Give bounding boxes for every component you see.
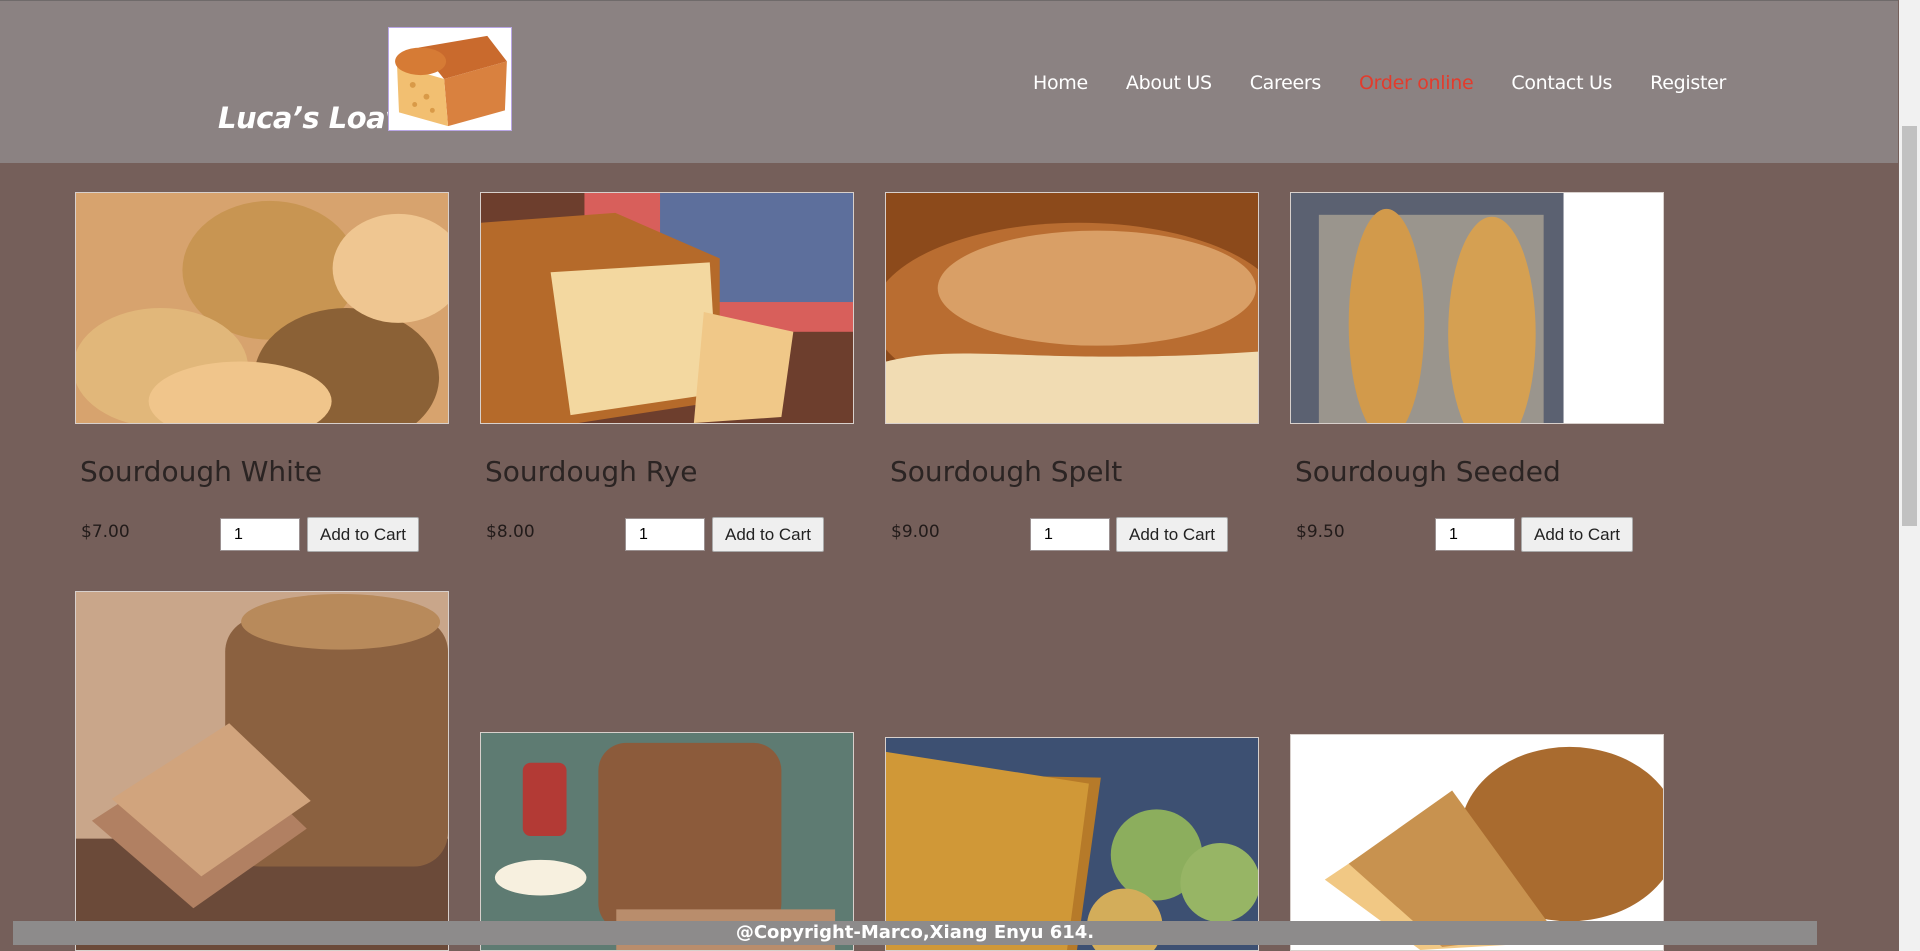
nav-order-online[interactable]: Order online xyxy=(1359,72,1474,94)
quantity-input[interactable] xyxy=(625,518,705,551)
product-image-garlic-bread xyxy=(885,737,1259,951)
add-to-cart-button[interactable]: Add to Cart xyxy=(1521,517,1633,552)
product-image-white xyxy=(75,192,449,424)
product-price: $9.50 xyxy=(1296,522,1345,542)
main-nav: Home About US Careers Order online Conta… xyxy=(1033,72,1764,94)
product-image-spelt xyxy=(885,192,1259,424)
add-to-cart-button[interactable]: Add to Cart xyxy=(712,517,824,552)
product-image-rye xyxy=(480,192,854,424)
nav-home[interactable]: Home xyxy=(1033,72,1088,94)
vertical-scrollbar[interactable] xyxy=(1899,0,1920,951)
product-price: $8.00 xyxy=(486,522,535,542)
product-title: Sourdough White xyxy=(80,455,323,488)
site-header: Luca’s Loaves Home About US Careers Orde… xyxy=(0,0,1898,163)
product-price: $7.00 xyxy=(81,522,130,542)
add-to-cart-button[interactable]: Add to Cart xyxy=(307,517,419,552)
product-image-seeded xyxy=(1290,192,1664,424)
quantity-input[interactable] xyxy=(1435,518,1515,551)
footer-copyright: @Copyright-Marco,Xiang Enyu 614. xyxy=(13,921,1817,945)
add-to-cart-button[interactable]: Add to Cart xyxy=(1116,517,1228,552)
nav-register[interactable]: Register xyxy=(1650,72,1726,94)
product-image-wholemeal xyxy=(75,591,449,951)
product-title: Sourdough Seeded xyxy=(1295,455,1561,488)
nav-contact-us[interactable]: Contact Us xyxy=(1511,72,1612,94)
nav-careers[interactable]: Careers xyxy=(1250,72,1322,94)
product-price: $9.00 xyxy=(891,522,940,542)
product-title: Sourdough Rye xyxy=(485,455,698,488)
quantity-input[interactable] xyxy=(1030,518,1110,551)
scrollbar-thumb[interactable] xyxy=(1902,126,1917,526)
product-image-multigrain xyxy=(1290,734,1664,951)
product-title: Sourdough Spelt xyxy=(890,455,1123,488)
bread-logo-icon[interactable] xyxy=(388,27,512,131)
quantity-input[interactable] xyxy=(220,518,300,551)
nav-about-us[interactable]: About US xyxy=(1126,72,1212,94)
product-image-brown-loaf xyxy=(480,732,854,951)
